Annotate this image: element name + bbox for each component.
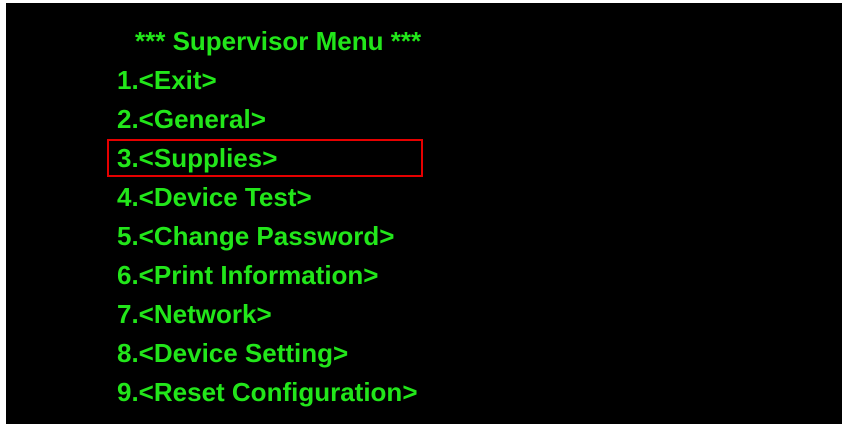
menu-item-reset-configuration[interactable]: 9.<Reset Configuration>	[117, 373, 418, 412]
menu-title: *** Supervisor Menu ***	[135, 26, 422, 56]
menu-item-change-password[interactable]: 5.<Change Password>	[117, 217, 418, 256]
menu-item-print-information[interactable]: 6.<Print Information>	[117, 256, 418, 295]
menu-item-general[interactable]: 2.<General>	[117, 100, 418, 139]
menu-item-device-test[interactable]: 4.<Device Test>	[117, 178, 418, 217]
menu-item-supplies[interactable]: 3.<Supplies>	[107, 139, 423, 178]
supervisor-menu-screen: *** Supervisor Menu *** 1.<Exit> 2.<Gene…	[6, 3, 842, 424]
menu-list: 1.<Exit> 2.<General> 3.<Supplies> 4.<Dev…	[107, 61, 423, 412]
menu-item-network[interactable]: 7.<Network>	[117, 295, 418, 334]
menu-item-device-setting[interactable]: 8.<Device Setting>	[117, 334, 418, 373]
menu-item-exit[interactable]: 1.<Exit>	[117, 61, 418, 100]
